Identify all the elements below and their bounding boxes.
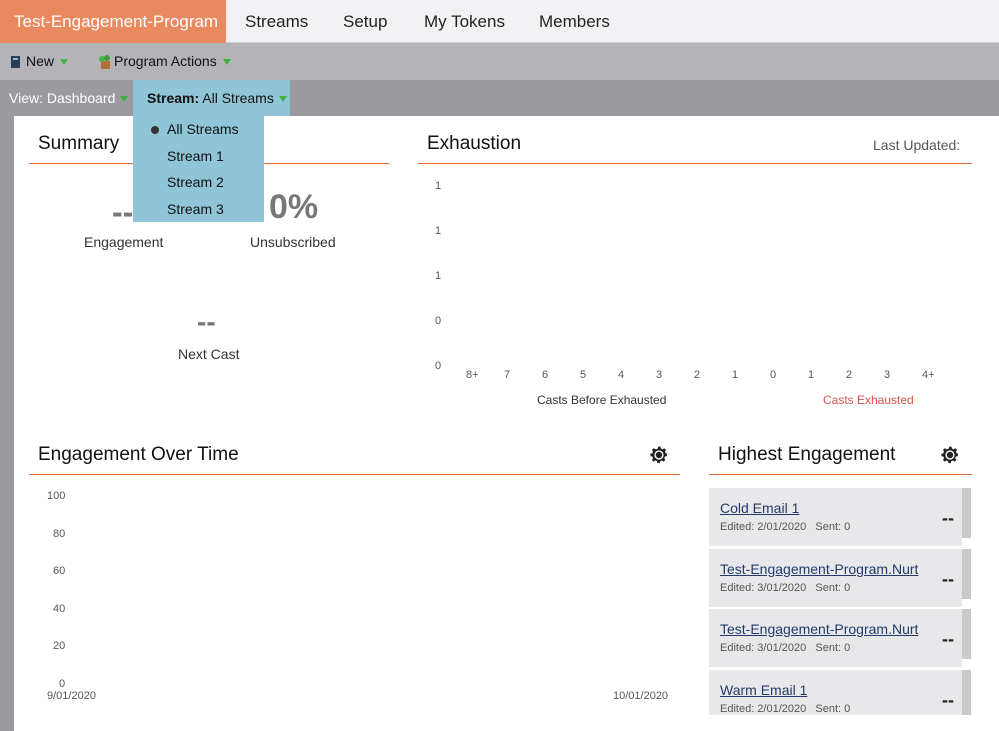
program-link[interactable]: Test-Engagement-Program.Nurt bbox=[720, 561, 920, 577]
program-meta: Edited: 3/01/2020 Sent: 0 bbox=[720, 642, 850, 654]
program-meta: Edited: 3/01/2020 Sent: 0 bbox=[720, 582, 850, 594]
sent-count: Sent: 0 bbox=[815, 642, 851, 654]
program-link[interactable]: Cold Email 1 bbox=[720, 500, 920, 516]
program-meta: Edited: 2/01/2020 Sent: 0 bbox=[720, 521, 850, 533]
engagement-list: Cold Email 1 Edited: 2/01/2020 Sent: 0 -… bbox=[0, 0, 999, 715]
sent-count: Sent: 0 bbox=[815, 582, 851, 594]
edited-date: Edited: 2/01/2020 bbox=[720, 703, 807, 715]
stream-option-2[interactable]: Stream 2 bbox=[167, 174, 224, 190]
stream-option-all[interactable]: All Streams bbox=[167, 121, 239, 137]
stream-option-1[interactable]: Stream 1 bbox=[167, 148, 224, 164]
engagement-score: -- bbox=[942, 508, 954, 528]
list-scroll-indicator bbox=[962, 549, 971, 599]
list-scroll-indicator bbox=[962, 488, 971, 538]
program-link[interactable]: Test-Engagement-Program.Nurt bbox=[720, 621, 920, 637]
sent-count: Sent: 0 bbox=[815, 703, 851, 715]
list-scroll-indicator bbox=[962, 609, 971, 659]
engagement-score: -- bbox=[942, 690, 954, 710]
program-link[interactable]: Warm Email 1 bbox=[720, 682, 920, 698]
selected-bullet-icon bbox=[151, 126, 159, 134]
program-meta: Edited: 2/01/2020 Sent: 0 bbox=[720, 703, 850, 715]
list-item[interactable]: Test-Engagement-Program.Nurt Edited: 3/0… bbox=[709, 609, 962, 667]
edited-date: Edited: 2/01/2020 bbox=[720, 521, 807, 533]
edited-date: Edited: 3/01/2020 bbox=[720, 582, 807, 594]
sent-count: Sent: 0 bbox=[815, 521, 851, 533]
list-item[interactable]: Cold Email 1 Edited: 2/01/2020 Sent: 0 -… bbox=[709, 488, 962, 546]
engagement-score: -- bbox=[942, 569, 954, 589]
stream-dropdown-menu: All Streams Stream 1 Stream 2 Stream 3 bbox=[133, 116, 264, 222]
left-gutter bbox=[0, 116, 14, 731]
list-scroll-indicator bbox=[962, 670, 971, 715]
list-item[interactable]: Test-Engagement-Program.Nurt Edited: 3/0… bbox=[709, 549, 962, 607]
engagement-list-clip: Cold Email 1 Edited: 2/01/2020 Sent: 0 -… bbox=[0, 0, 999, 731]
stream-option-3[interactable]: Stream 3 bbox=[167, 201, 224, 217]
list-item[interactable]: Warm Email 1 Edited: 2/01/2020 Sent: 0 -… bbox=[709, 670, 962, 715]
engagement-score: -- bbox=[942, 629, 954, 649]
edited-date: Edited: 3/01/2020 bbox=[720, 642, 807, 654]
